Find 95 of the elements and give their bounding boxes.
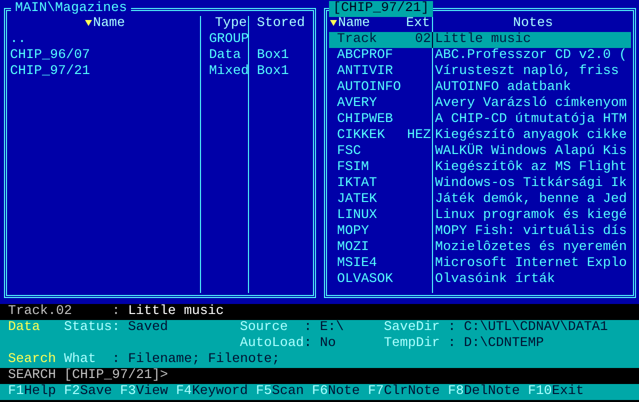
file-row[interactable]: CHIPWEB A CHIP-CD útmutatója HTM: [329, 112, 631, 128]
file-note: Játék demók, benne a Jed: [434, 192, 627, 207]
file-name: CHIPWEB: [336, 112, 393, 128]
file-name: MOZI: [336, 240, 369, 256]
separator: :: [112, 304, 120, 320]
field-label: SaveDir: [384, 320, 441, 336]
column-header[interactable]: Name: [84, 16, 125, 31]
file-name: MSIE4: [336, 256, 377, 272]
file-row[interactable]: MOZI Mozielôzetes és nyeremén: [329, 240, 631, 256]
file-row[interactable]: OLVASOK Olvasóink írták: [329, 272, 631, 288]
panel-title: [CHIP_97/21]: [329, 1, 433, 17]
column-header[interactable]: Type: [214, 16, 247, 31]
file-note: Windows-os Titkársági Ik: [434, 176, 627, 191]
field-value: : E:\: [304, 320, 345, 336]
file-ext: HEZ: [406, 128, 431, 144]
field-value: : C:\UTL\CDNAV\DATA1: [448, 320, 609, 336]
field-label: TempDir: [384, 336, 441, 352]
stored-cell: Box1: [256, 48, 289, 63]
file-note: WALKÜR Windows Alapú Kis: [434, 144, 627, 159]
file-note: Microsoft Internet Explo: [434, 256, 627, 271]
field-label: What: [64, 352, 97, 368]
file-row[interactable]: ABCPROF ABC.Professzor CD v2.0 (: [329, 48, 631, 64]
file-ext: 02: [414, 32, 431, 48]
type-cell: GROUP: [208, 32, 249, 47]
field-value: : No: [304, 336, 337, 352]
section-label: Search: [8, 352, 57, 368]
file-row[interactable]: AVERY Avery Varázsló címkenyom: [329, 96, 631, 112]
field-label: Source: [240, 320, 289, 336]
file-row[interactable]: LINUX Linux programok és kiegé: [329, 208, 631, 224]
function-key[interactable]: F10Exit: [528, 384, 584, 400]
column-header[interactable]: Notes: [512, 16, 553, 31]
column-header[interactable]: Ext: [406, 16, 430, 32]
field-label: AutoLoad: [240, 336, 304, 352]
file-name: OLVASOK: [336, 272, 393, 288]
group-name[interactable]: CHIP_96/07: [10, 48, 90, 63]
function-key[interactable]: F2Save: [64, 384, 112, 400]
column-header[interactable]: Name: [330, 16, 370, 32]
file-name: ANTIVIR: [336, 64, 393, 80]
field-value: : D:\CDNTEMP: [448, 336, 545, 352]
type-cell: Data: [208, 48, 241, 63]
function-key[interactable]: F5Scan: [256, 384, 304, 400]
file-note: Olvasóink írták: [434, 272, 555, 287]
file-note: Vírusteszt napló, friss: [434, 64, 619, 79]
field-value: Saved: [128, 320, 169, 336]
function-key[interactable]: F1Help: [8, 384, 56, 400]
column-header[interactable]: Stored: [256, 16, 305, 31]
file-row[interactable]: FSC WALKÜR Windows Alapú Kis: [329, 144, 631, 160]
file-name: MOPY: [336, 224, 369, 240]
command-prompt[interactable]: SEARCH [CHIP_97/21]>: [8, 368, 168, 384]
stored-cell: Box1: [256, 64, 289, 79]
file-note: A CHIP-CD útmutatója HTM: [434, 112, 627, 127]
file-name: IKTAT: [336, 176, 377, 192]
file-name: LINUX: [336, 208, 377, 224]
file-row[interactable]: JATEK Játék demók, benne a Jed: [329, 192, 631, 208]
field-label: Status:: [64, 320, 121, 336]
function-key[interactable]: F3View: [120, 384, 168, 400]
file-note: Little music: [434, 32, 531, 47]
file-row[interactable]: MOPY MOPY Fish: virtuális dís: [329, 224, 631, 240]
file-row[interactable]: ANTIVIR Vírusteszt napló, friss: [329, 64, 631, 80]
file-name: AUTOINFO: [336, 80, 401, 96]
file-name: JATEK: [336, 192, 377, 208]
file-name: Track: [336, 32, 377, 48]
function-key[interactable]: F8DelNote: [448, 384, 520, 400]
function-key[interactable]: F6Note: [312, 384, 360, 400]
group-name[interactable]: ..: [10, 32, 26, 47]
file-row[interactable]: Track 02 Little music: [329, 32, 631, 48]
file-name: AVERY: [336, 96, 377, 112]
file-note: ABC.Professzor CD v2.0 (: [434, 48, 627, 63]
group-name[interactable]: CHIP_97/21: [10, 64, 90, 79]
file-note: Avery Varázsló címkenyom: [434, 96, 627, 111]
function-key[interactable]: F7ClrNote: [368, 384, 440, 400]
file-note: AUTOINFO adatbank: [434, 80, 571, 95]
section-label: Data: [8, 320, 41, 336]
file-row[interactable]: CIKKEK HEZ Kiegészítô anyagok cikke: [329, 128, 631, 144]
field-value: : Filename; Filenote;: [112, 352, 281, 368]
file-name: CIKKEK: [336, 128, 385, 144]
type-cell: Mixed: [208, 64, 249, 79]
file-row[interactable]: FSIM Kiegészítôk az MS Flight: [329, 160, 631, 176]
function-key[interactable]: F4Keyword: [176, 384, 248, 400]
sort-icon: [330, 19, 337, 26]
file-name: FSIM: [336, 160, 369, 176]
item-note: Little music: [128, 304, 224, 320]
file-row[interactable]: MSIE4 Microsoft Internet Explo: [329, 256, 631, 272]
file-note: Mozielôzetes és nyeremén: [434, 240, 627, 255]
file-row[interactable]: AUTOINFO AUTOINFO adatbank: [329, 80, 631, 96]
file-row[interactable]: IKTAT Windows-os Titkársági Ik: [329, 176, 631, 192]
file-note: Kiegészítô anyagok cikke: [434, 128, 627, 143]
file-name: ABCPROF: [336, 48, 393, 64]
item-label: Track.02: [8, 304, 73, 320]
file-name: FSC: [336, 144, 361, 160]
file-note: Linux programok és kiegé: [434, 208, 627, 223]
panel-title: MAIN\Magazines: [11, 1, 131, 17]
file-note: MOPY Fish: virtuális dís: [434, 224, 627, 239]
file-note: Kiegészítôk az MS Flight: [434, 160, 627, 175]
sort-icon: [84, 19, 92, 26]
